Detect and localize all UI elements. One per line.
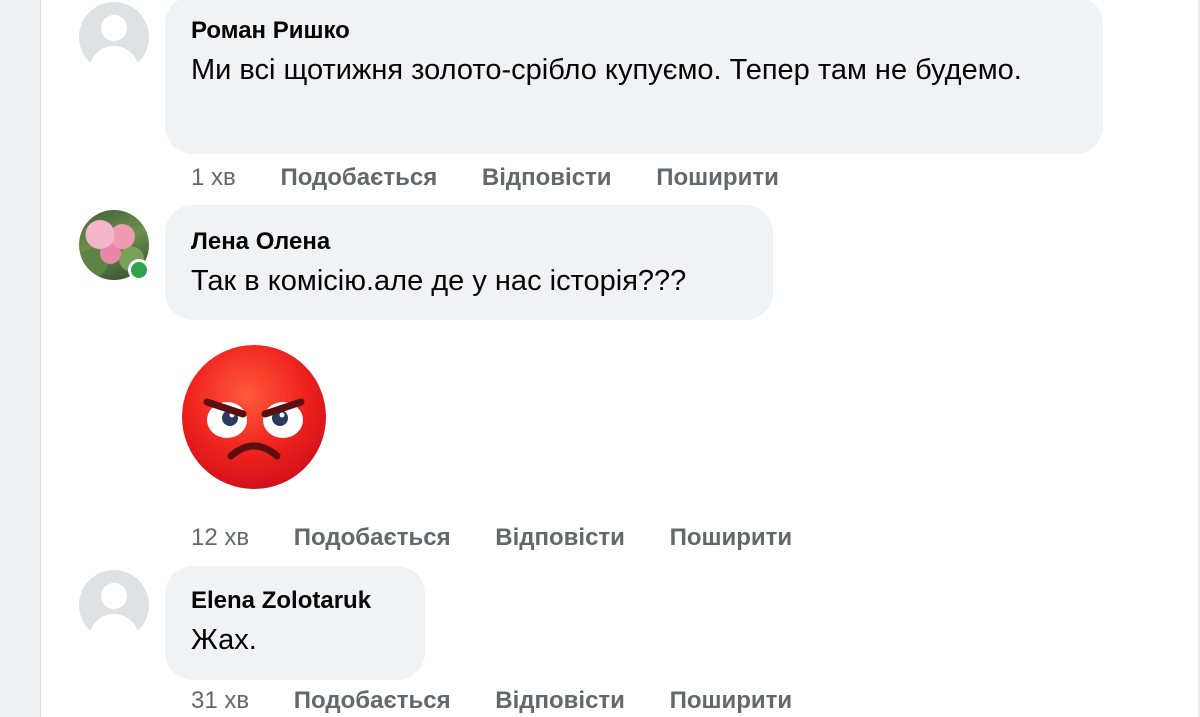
user-avatar-icon[interactable]: [79, 2, 149, 72]
avatar-head-shape: [101, 583, 127, 609]
reply-button[interactable]: Відповісти: [482, 164, 612, 191]
share-button[interactable]: Поширити: [670, 524, 793, 551]
comment-text: Так в комісію.але де у нас історія???: [191, 265, 687, 297]
avatar-shoulders-shape: [89, 46, 139, 72]
reply-button[interactable]: Відповісти: [495, 687, 625, 714]
like-button[interactable]: Подобається: [294, 687, 451, 714]
comment-actions: 1 хв Подобається Відповісти Поширити: [191, 163, 817, 193]
comment-actions: 12 хв Подобається Відповісти Поширити: [191, 523, 830, 553]
comment-time[interactable]: 1 хв: [191, 164, 236, 191]
comment-text: Ми всі щотижня золото-срібло купуємо. Те…: [191, 54, 1022, 86]
comment-bubble: Лена Олена Так в комісію.але де у нас іс…: [165, 205, 773, 320]
comment-actions: 31 хв Подобається Відповісти Поширити: [191, 686, 830, 716]
angry-face-emoji: [182, 345, 326, 489]
share-button[interactable]: Поширити: [656, 164, 779, 191]
avatar-head-shape: [101, 15, 127, 41]
like-button[interactable]: Подобається: [280, 164, 437, 191]
user-avatar-icon[interactable]: [79, 570, 149, 640]
comment-bubble: Elena Zolotaruk Жах.: [165, 566, 425, 680]
comments-panel: Роман Ришко Ми всі щотижня золото-срібло…: [40, 0, 1198, 717]
comment-author[interactable]: Лена Олена: [191, 227, 747, 257]
left-page-edge: [0, 0, 40, 717]
like-button[interactable]: Подобається: [294, 524, 451, 551]
comment-time[interactable]: 12 хв: [191, 524, 249, 551]
online-status-icon: [128, 259, 150, 281]
comment-bubble: Роман Ришко Ми всі щотижня золото-срібло…: [165, 0, 1103, 154]
avatar-shoulders-shape: [89, 614, 139, 640]
share-button[interactable]: Поширити: [670, 687, 793, 714]
comment-time[interactable]: 31 хв: [191, 687, 249, 714]
reply-button[interactable]: Відповісти: [495, 524, 625, 551]
comment-text: Жах.: [191, 624, 257, 656]
comment-author[interactable]: Elena Zolotaruk: [191, 586, 399, 616]
comment-author[interactable]: Роман Ришко: [191, 16, 1077, 46]
